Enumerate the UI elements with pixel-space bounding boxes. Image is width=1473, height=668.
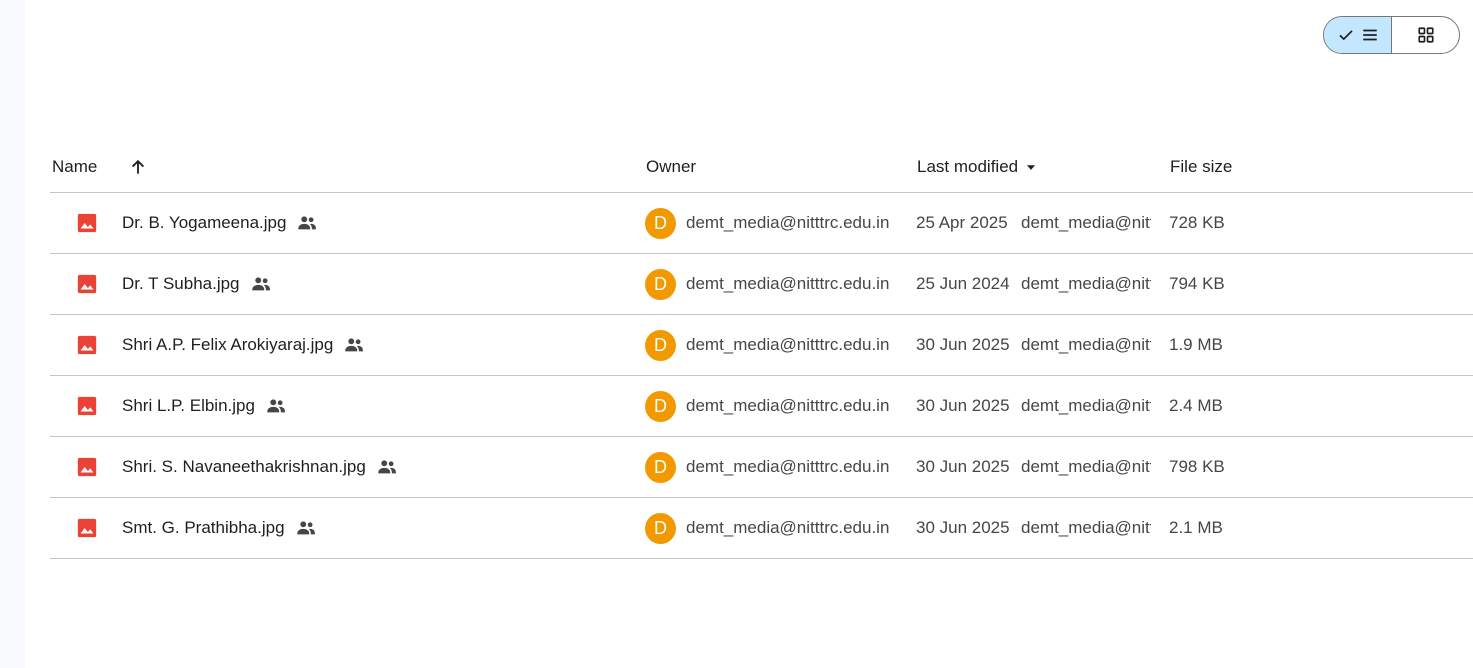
shared-people-icon	[376, 456, 398, 478]
avatar: D	[645, 512, 676, 544]
file-name-cell: Shri. S. Navaneethakrishnan.jpg	[122, 437, 398, 497]
file-name-cell: Dr. B. Yogameena.jpg	[122, 193, 318, 253]
modified-date: 30 Jun 2025	[916, 457, 1010, 476]
file-size: 2.1 MB	[1169, 518, 1223, 537]
owner-email: demt_media@nitttrc.edu.in	[686, 396, 890, 415]
file-list: Dr. B. Yogameena.jpg D demt_media@nitttr…	[50, 193, 1473, 559]
owner-avatar-cell: D	[645, 193, 676, 253]
file-name-cell: Smt. G. Prathibha.jpg	[122, 498, 317, 558]
file-size: 1.9 MB	[1169, 335, 1223, 354]
header-last-modified-label: Last modified	[917, 156, 1019, 176]
table-header: Name Owner Last modified File size	[50, 141, 1473, 193]
modified-by: demt_media@nitttrc.edu.in	[1021, 213, 1151, 232]
modified-by: demt_media@nitttrc.edu.in	[1021, 457, 1151, 476]
file-name-cell: Dr. T Subha.jpg	[122, 254, 272, 314]
avatar: D	[645, 268, 676, 300]
image-file-icon	[76, 376, 98, 436]
list-view-button[interactable]	[1324, 17, 1392, 53]
view-toggle	[1323, 16, 1460, 54]
file-size: 798 KB	[1169, 457, 1225, 476]
owner-avatar-cell: D	[645, 254, 676, 314]
grid-icon	[1417, 26, 1435, 44]
file-name: Shri L.P. Elbin.jpg	[122, 396, 255, 415]
image-file-icon	[76, 193, 98, 253]
file-row[interactable]: Smt. G. Prathibha.jpg D demt_media@nittt…	[50, 498, 1473, 559]
file-row[interactable]: Shri. S. Navaneethakrishnan.jpg D demt_m…	[50, 437, 1473, 498]
shared-people-icon	[295, 517, 317, 539]
list-icon	[1361, 26, 1379, 44]
modified-by: demt_media@nitttrc.edu.in	[1021, 335, 1151, 354]
owner-avatar-cell: D	[645, 376, 676, 436]
image-file-icon	[76, 254, 98, 314]
file-name: Smt. G. Prathibha.jpg	[122, 518, 285, 537]
shared-people-icon	[343, 334, 365, 356]
file-name: Shri A.P. Felix Arokiyaraj.jpg	[122, 335, 334, 354]
modified-date: 30 Jun 2025	[916, 518, 1010, 537]
file-size: 728 KB	[1169, 213, 1225, 232]
modified-by: demt_media@nitttrc.edu.in	[1021, 396, 1151, 415]
owner-email: demt_media@nitttrc.edu.in	[686, 274, 890, 293]
owner-email: demt_media@nitttrc.edu.in	[686, 335, 890, 354]
owner-avatar-cell: D	[645, 437, 676, 497]
file-row[interactable]: Shri L.P. Elbin.jpg D demt_media@nitttrc…	[50, 376, 1473, 437]
file-row[interactable]: Dr. B. Yogameena.jpg D demt_media@nitttr…	[50, 193, 1473, 254]
header-last-modified[interactable]: Last modified	[917, 141, 1038, 192]
header-name[interactable]: Name	[52, 141, 97, 192]
modified-by: demt_media@nitttrc.edu.in	[1021, 518, 1151, 537]
file-name: Shri. S. Navaneethakrishnan.jpg	[122, 457, 366, 476]
avatar: D	[645, 451, 676, 483]
header-file-size[interactable]: File size	[1170, 141, 1232, 192]
owner-email: demt_media@nitttrc.edu.in	[686, 518, 890, 537]
modified-by: demt_media@nitttrc.edu.in	[1021, 274, 1151, 293]
avatar: D	[645, 207, 676, 239]
file-size: 794 KB	[1169, 274, 1225, 293]
grid-view-button[interactable]	[1392, 17, 1459, 53]
side-panel-edge	[0, 0, 25, 668]
modified-date: 30 Jun 2025	[916, 335, 1010, 354]
image-file-icon	[76, 437, 98, 497]
owner-email: demt_media@nitttrc.edu.in	[686, 213, 890, 232]
file-name-cell: Shri A.P. Felix Arokiyaraj.jpg	[122, 315, 365, 375]
file-name: Dr. B. Yogameena.jpg	[122, 213, 287, 232]
modified-date: 30 Jun 2025	[916, 396, 1010, 415]
shared-people-icon	[265, 395, 287, 417]
avatar: D	[645, 390, 676, 422]
file-row[interactable]: Dr. T Subha.jpg D demt_media@nitttrc.edu…	[50, 254, 1473, 315]
modified-date: 25 Jun 2024	[916, 274, 1010, 293]
file-name-cell: Shri L.P. Elbin.jpg	[122, 376, 287, 436]
file-size: 2.4 MB	[1169, 396, 1223, 415]
file-name: Dr. T Subha.jpg	[122, 274, 240, 293]
shared-people-icon	[296, 212, 318, 234]
caret-down-icon	[1024, 160, 1038, 174]
check-icon	[1337, 26, 1355, 44]
shared-people-icon	[250, 273, 272, 295]
header-owner[interactable]: Owner	[646, 141, 696, 192]
image-file-icon	[76, 498, 98, 558]
modified-date: 25 Apr 2025	[916, 213, 1008, 232]
image-file-icon	[76, 315, 98, 375]
file-row[interactable]: Shri A.P. Felix Arokiyaraj.jpg D demt_me…	[50, 315, 1473, 376]
arrow-up-icon[interactable]	[128, 141, 148, 192]
avatar: D	[645, 329, 676, 361]
owner-avatar-cell: D	[645, 315, 676, 375]
owner-avatar-cell: D	[645, 498, 676, 558]
owner-email: demt_media@nitttrc.edu.in	[686, 457, 890, 476]
